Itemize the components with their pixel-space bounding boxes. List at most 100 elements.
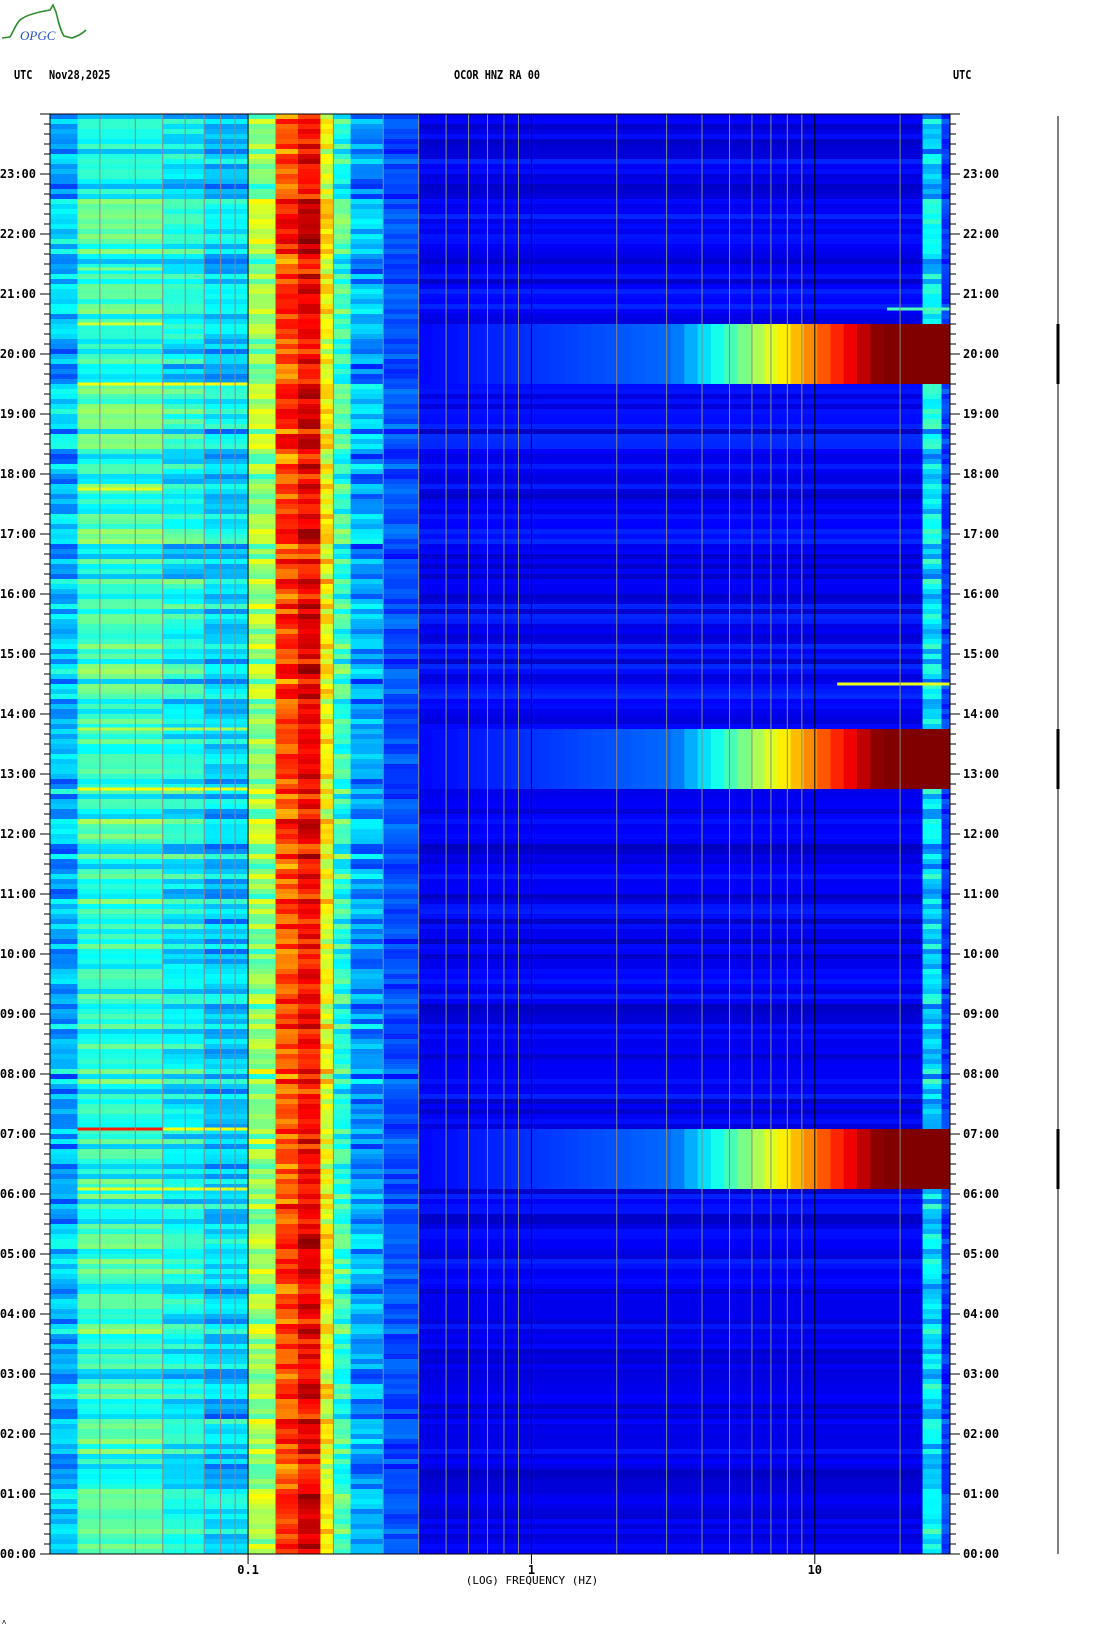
spectrogram-cell	[275, 309, 299, 315]
spectrogram-cell	[297, 804, 321, 810]
spectrogram-cell	[275, 199, 299, 205]
spectrogram-cell	[297, 1064, 321, 1070]
spectrogram-cell	[297, 374, 321, 380]
spectrogram-cell	[333, 1519, 352, 1525]
spectrogram-cell	[922, 1334, 943, 1340]
spectrogram-cell	[248, 1084, 277, 1090]
spectrogram-cell	[320, 1544, 334, 1550]
spectrogram-cell	[50, 1239, 78, 1245]
spectrogram-cell	[50, 789, 78, 795]
spectrogram-cell	[418, 584, 924, 590]
spectrogram-cell	[320, 1309, 334, 1315]
spectrogram-cell	[50, 359, 78, 365]
spectrogram-cell	[922, 1109, 943, 1115]
spectrogram-cell	[418, 1269, 924, 1275]
spectrogram-cell	[350, 264, 384, 270]
spectrogram-cell	[297, 549, 321, 555]
spectrogram-cell	[941, 569, 951, 575]
spectrogram-cell	[350, 1439, 384, 1445]
spectrogram-cell	[350, 374, 384, 380]
spectrogram-cell	[922, 1439, 943, 1445]
spectrogram-cell	[383, 1074, 420, 1080]
spectrogram-cell	[162, 1269, 205, 1275]
spectrogram-cell	[204, 779, 249, 785]
spectrogram-cell	[297, 579, 321, 585]
spectrogram-cell	[922, 259, 943, 265]
y-tick-label-right: 06:00	[963, 1187, 999, 1201]
spectrogram-cell	[922, 1209, 943, 1215]
spectrogram-cell	[204, 1069, 249, 1075]
spectrogram-cell	[50, 399, 78, 405]
spectrogram-cell	[922, 1414, 943, 1420]
spectrogram-cell	[350, 174, 384, 180]
spectrogram-cell	[50, 689, 78, 695]
spectrogram-cell	[162, 644, 205, 650]
spectrogram-cell	[204, 334, 249, 340]
spectrogram-cell	[275, 439, 299, 445]
spectrogram-cell	[50, 529, 78, 535]
spectrogram-cell	[350, 329, 384, 335]
spectrogram-cell	[275, 1084, 299, 1090]
spectrogram-cell	[50, 274, 78, 280]
spectrogram-cell	[418, 489, 924, 495]
spectrogram-cell	[50, 744, 78, 750]
spectrogram-cell	[248, 399, 277, 405]
spectrogram-cell	[333, 1334, 352, 1340]
spectrogram-cell	[297, 1459, 321, 1465]
spectrogram-cell	[162, 334, 205, 340]
spectrogram-cell	[275, 464, 299, 470]
spectrogram-cell	[162, 964, 205, 970]
spectrogram-cell	[350, 1054, 384, 1060]
spectrogram-cell	[383, 494, 420, 500]
spectrogram-cell	[320, 1359, 334, 1365]
spectrogram-cell	[162, 934, 205, 940]
spectrogram-cell	[941, 824, 951, 830]
spectrogram-cell	[320, 769, 334, 775]
spectrogram-cell	[297, 1344, 321, 1350]
spectrogram-cell	[350, 704, 384, 710]
spectrogram-cell	[248, 879, 277, 885]
spectrogram-cell	[941, 534, 951, 540]
spectrogram-cell	[418, 1414, 924, 1420]
spectrogram-cell	[162, 139, 205, 145]
spectrogram-cell	[275, 1159, 299, 1165]
spectrogram-cell	[333, 434, 352, 440]
spectrogram-cell	[77, 289, 164, 295]
spectrogram-cell	[320, 619, 334, 625]
spectrogram-cell	[333, 1154, 352, 1160]
spectrogram-cell	[320, 164, 334, 170]
spectrogram-cell	[204, 559, 249, 565]
spectrogram-cell	[383, 1254, 420, 1260]
spectrogram-cell	[297, 519, 321, 525]
spectrogram-cell	[297, 1104, 321, 1110]
spectrogram-cell	[333, 294, 352, 300]
spectrogram-cell	[418, 1124, 924, 1130]
spectrogram-cell	[333, 199, 352, 205]
spectrogram-cell	[333, 209, 352, 215]
event-cell	[883, 729, 898, 789]
spectrogram-cell	[418, 174, 924, 180]
y-tick-label-left: 03:00	[0, 1367, 36, 1381]
spectrogram-cell	[418, 1254, 924, 1260]
spectrogram-cell	[383, 179, 420, 185]
spectrogram-cell	[922, 249, 943, 255]
spectrogram-cell	[922, 564, 943, 570]
spectrogram-cell	[418, 119, 924, 125]
spectrogram-cell	[418, 674, 924, 680]
spectrogram-cell	[275, 674, 299, 680]
spectrogram-cell	[383, 1244, 420, 1250]
event-cell	[830, 729, 845, 789]
spectrogram-cell	[77, 1044, 164, 1050]
spectrogram-cell	[320, 314, 334, 320]
spectrogram-cell	[275, 334, 299, 340]
spectrogram-cell	[275, 1299, 299, 1305]
spectrogram-cell	[418, 424, 924, 430]
spectrogram-cell	[297, 724, 321, 730]
spectrogram-cell	[77, 179, 164, 185]
spectrogram-cell	[162, 1054, 205, 1060]
spectrogram-cell	[333, 1264, 352, 1270]
spectrogram-cell	[383, 1294, 420, 1300]
spectrogram-cell	[204, 879, 249, 885]
spectrogram-cell	[383, 269, 420, 275]
spectrogram-cell	[922, 1319, 943, 1325]
